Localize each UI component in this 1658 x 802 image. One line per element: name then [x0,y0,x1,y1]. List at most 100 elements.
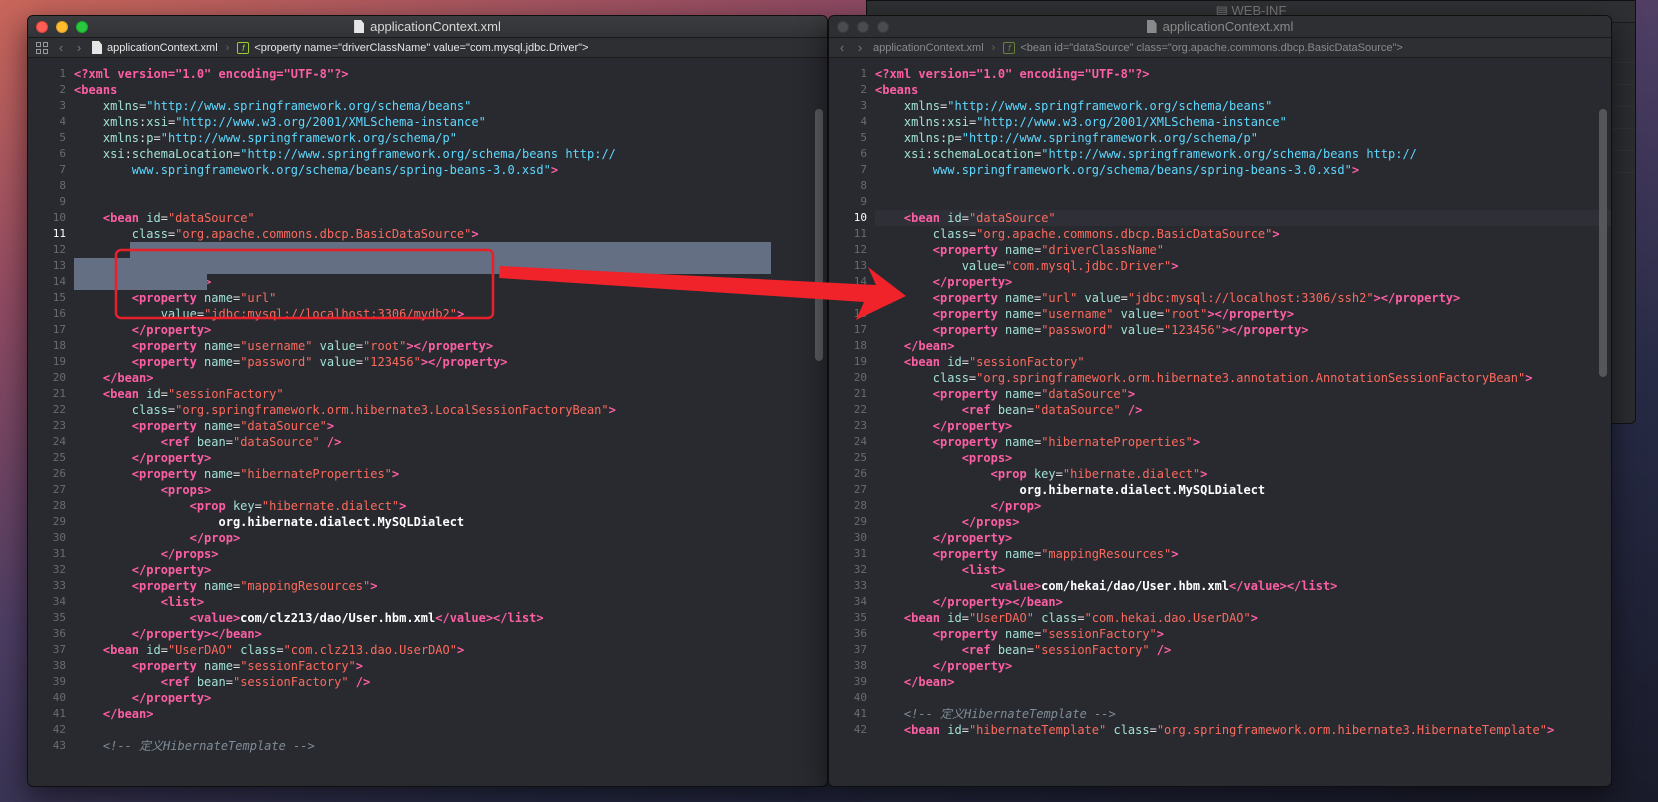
code-line[interactable]: </property></bean> [875,594,1611,610]
code-line[interactable]: <ref bean="sessionFactory" /> [74,674,827,690]
forward-arrow-icon[interactable]: › [74,40,84,55]
code-line[interactable]: <list> [875,562,1611,578]
code-line[interactable]: <property name="mappingResources"> [74,578,827,594]
title-bar[interactable]: applicationContext.xml [28,16,827,38]
code-line[interactable]: </bean> [74,370,827,386]
vertical-scrollbar[interactable] [815,109,823,361]
code-line[interactable]: xmlns:xsi="http://www.w3.org/2001/XMLSch… [74,114,827,130]
code-line[interactable] [74,194,827,210]
code-line[interactable]: xmlns:p="http://www.springframework.org/… [875,130,1611,146]
code-line[interactable]: <props> [74,482,827,498]
code-line[interactable]: <!-- 定义HibernateTemplate --> [74,738,827,754]
code-line[interactable]: www.springframework.org/schema/beans/spr… [74,162,827,178]
code-line[interactable]: <property name="sessionFactory"> [875,626,1611,642]
code-line[interactable]: org.hibernate.dialect.MySQLDialect [74,514,827,530]
code-line[interactable]: <bean id="sessionFactory" [875,354,1611,370]
related-items-icon[interactable] [36,41,48,54]
code-line[interactable]: </property> [74,450,827,466]
code-line[interactable]: <?xml version="1.0" encoding="UTF-8"?> [875,66,1611,82]
code-line[interactable]: </property> [875,530,1611,546]
breadcrumb-element[interactable]: f <bean id="dataSource" class="org.apach… [1003,41,1403,54]
code-editor[interactable]: 1 2 3 4 5 6 7 8 9 10 11 12 13 14 15 16 17 18 19 20 21 22 23 24 2… [28,59,827,786]
code-line[interactable]: <bean id="UserDAO" class="com.clz213.dao… [74,642,827,658]
code-line[interactable]: <bean id="sessionFactory" [74,386,827,402]
code-line[interactable]: class="org.apache.commons.dbcp.BasicData… [74,226,827,242]
code-line[interactable]: class="org.springframework.orm.hibernate… [875,370,1611,386]
code-line[interactable]: <bean id="dataSource" [875,210,1611,226]
code-line[interactable]: value="com.mysql.jdbc.Driver"> [875,258,1611,274]
code-line[interactable]: <list> [74,594,827,610]
code-line[interactable] [74,178,827,194]
code-line[interactable]: </bean> [875,674,1611,690]
code-line[interactable]: <property name="dataSource"> [74,418,827,434]
code-line[interactable]: </property> [74,690,827,706]
code-line[interactable]: <bean id="dataSource" [74,210,827,226]
code-line[interactable]: <property name="url" value="jdbc:mysql:/… [875,290,1611,306]
forward-arrow-icon[interactable]: › [855,40,865,55]
close-window-button[interactable] [837,21,849,33]
code-line[interactable]: <ref bean="dataSource" /> [74,434,827,450]
code-line[interactable]: <bean id="UserDAO" class="com.hekai.dao.… [875,610,1611,626]
code-line[interactable]: </prop> [875,498,1611,514]
code-line[interactable]: </property> [875,274,1611,290]
title-bar[interactable]: applicationContext.xml [829,16,1611,38]
code-line[interactable]: </bean> [74,706,827,722]
code-line[interactable]: </prop> [74,530,827,546]
back-arrow-icon[interactable]: ‹ [56,40,66,55]
code-line[interactable]: <property name="password" value="123456"… [74,354,827,370]
code-line[interactable]: <beans [875,82,1611,98]
code-line[interactable]: <!-- 定义HibernateTemplate --> [875,706,1611,722]
code-line[interactable]: <props> [875,450,1611,466]
code-line[interactable] [875,194,1611,210]
code-area[interactable]: <?xml version="1.0" encoding="UTF-8"?> <b… [875,59,1611,786]
close-window-button[interactable] [36,21,48,33]
code-line[interactable]: value="jdbc:mysql://localhost:3306/mydb2… [74,306,827,322]
code-line[interactable]: <property name="username" value="root"><… [74,338,827,354]
code-editor[interactable]: 1 2 3 4 5 6 7 8 9 10 11 12 13 14 15 16 17 18 19 20 21 22 23 24 2… [829,59,1611,786]
code-line[interactable]: <ref bean="sessionFactory" /> [875,642,1611,658]
code-line[interactable]: </props> [875,514,1611,530]
code-line[interactable]: <property name="url" [74,290,827,306]
vertical-scrollbar[interactable] [1599,109,1607,377]
code-line[interactable]: <prop key="hibernate.dialect"> [875,466,1611,482]
code-line[interactable]: <value>com/hekai/dao/User.hbm.xml</value… [875,578,1611,594]
code-line[interactable]: <property name="hibernateProperties"> [875,434,1611,450]
code-line[interactable] [74,722,827,738]
editor-window-left[interactable]: applicationContext.xml ‹ › applicationCo… [27,15,828,787]
code-line[interactable]: </property> [74,562,827,578]
code-line[interactable]: <?xml version="1.0" encoding="UTF-8"?> [74,66,827,82]
editor-window-right[interactable]: applicationContext.xml ‹ › applicationCo… [828,15,1612,787]
code-line[interactable]: <property name="sessionFactory"> [74,658,827,674]
code-line[interactable]: xmlns:xsi="http://www.w3.org/2001/XMLSch… [875,114,1611,130]
code-line[interactable]: class="org.apache.commons.dbcp.BasicData… [875,226,1611,242]
code-line[interactable]: <property name="mappingResources"> [875,546,1611,562]
code-line[interactable]: <property name="password" value="123456"… [875,322,1611,338]
minimize-window-button[interactable] [56,21,68,33]
code-line[interactable]: xmlns:p="http://www.springframework.org/… [74,130,827,146]
code-line[interactable] [875,178,1611,194]
minimize-window-button[interactable] [857,21,869,33]
code-line[interactable]: <bean id="hibernateTemplate" class="org.… [875,722,1611,738]
code-area[interactable]: <?xml version="1.0" encoding="UTF-8"?> <b… [74,59,827,786]
code-line[interactable]: </bean> [875,338,1611,354]
code-line[interactable]: xsi:schemaLocation="http://www.springfra… [875,146,1611,162]
code-line[interactable]: <beans [74,82,827,98]
back-arrow-icon[interactable]: ‹ [837,40,847,55]
code-line[interactable]: www.springframework.org/schema/beans/spr… [875,162,1611,178]
code-line[interactable]: org.hibernate.dialect.MySQLDialect [875,482,1611,498]
code-line[interactable]: <ref bean="dataSource" /> [875,402,1611,418]
code-line[interactable]: </property> [875,418,1611,434]
code-line[interactable]: <prop key="hibernate.dialect"> [74,498,827,514]
code-line[interactable]: <property name="dataSource"> [875,386,1611,402]
code-line[interactable]: <value>com/clz213/dao/User.hbm.xml</valu… [74,610,827,626]
code-line[interactable]: xmlns="http://www.springframework.org/sc… [875,98,1611,114]
breadcrumb-file[interactable]: applicationContext.xml [92,41,218,54]
zoom-window-button[interactable] [76,21,88,33]
zoom-window-button[interactable] [877,21,889,33]
code-line[interactable]: </property></bean> [74,626,827,642]
code-line[interactable]: xmlns="http://www.springframework.org/sc… [74,98,827,114]
code-line[interactable]: class="org.springframework.orm.hibernate… [74,402,827,418]
code-line[interactable] [875,690,1611,706]
code-line[interactable]: </property> [875,658,1611,674]
code-line[interactable]: xsi:schemaLocation="http://www.springfra… [74,146,827,162]
